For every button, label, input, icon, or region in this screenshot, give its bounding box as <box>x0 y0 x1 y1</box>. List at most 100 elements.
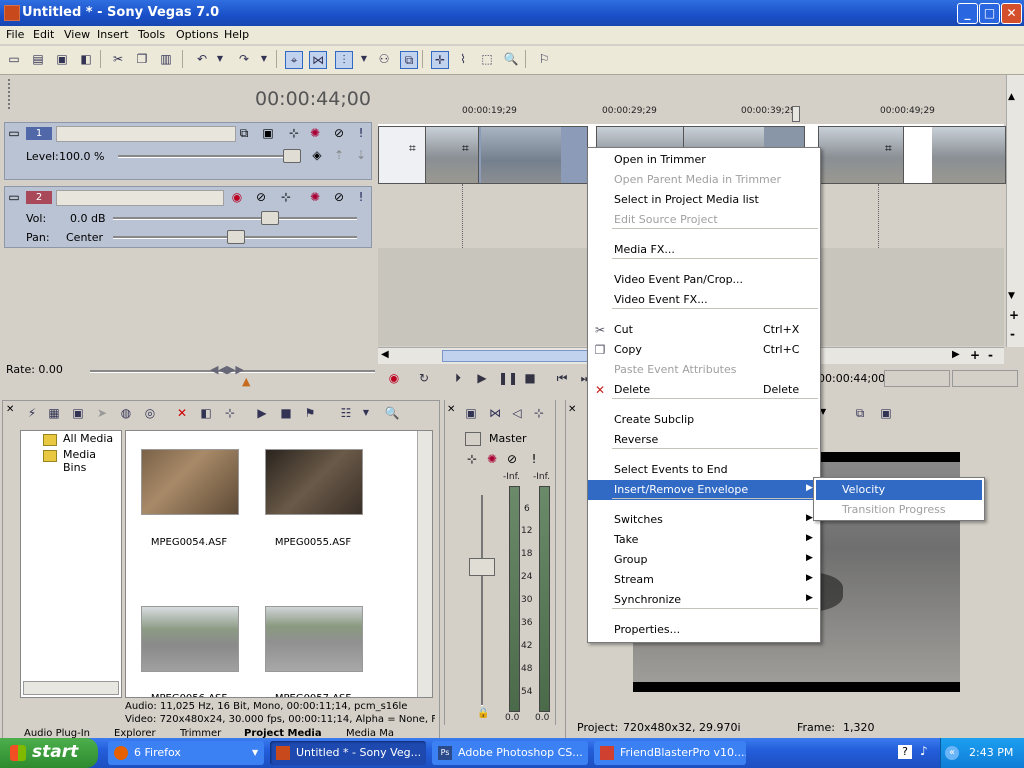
audio-track-header[interactable]: ▭ 2 ◉ ⊘ ⊹ ✺ ⊘ ! Vol: 0.0 dB Pan: Center <box>4 186 372 248</box>
maximize-button[interactable]: □ <box>979 3 1000 24</box>
track-motion-icon[interactable]: ⊹ <box>287 126 301 140</box>
level-slider-track[interactable] <box>118 155 301 158</box>
help-tray-icon[interactable]: ? <box>898 745 912 759</box>
media-thumbnail[interactable] <box>265 606 363 672</box>
tab-media-manager[interactable]: Media Ma <box>346 728 394 738</box>
import-media-icon[interactable]: ⚡ <box>24 405 40 421</box>
record-icon[interactable]: ◉ <box>386 370 402 386</box>
video-event[interactable]: ⌗ <box>425 126 479 184</box>
web-search-icon[interactable]: ◎ <box>142 405 158 421</box>
vertical-scrollbar[interactable]: ▲ ▼ + - <box>1006 75 1024 347</box>
menu-item-video-event-pan-crop[interactable]: Video Event Pan/Crop... <box>588 270 820 290</box>
bus-mute-icon[interactable]: ⊘ <box>505 452 519 466</box>
properties-icon[interactable]: ◧ <box>78 51 94 67</box>
auto-preview-icon[interactable]: ⚑ <box>302 405 318 421</box>
make-compositing-child-icon[interactable]: ▣ <box>261 126 275 140</box>
pan-slider-thumb[interactable] <box>227 230 245 244</box>
video-event[interactable] <box>903 126 1006 184</box>
tree-item-media-bins[interactable]: Media Bins <box>63 448 121 474</box>
submenu-item-velocity[interactable]: Velocity <box>816 480 982 500</box>
volume-slider-track[interactable] <box>113 217 357 220</box>
preview-stop-icon[interactable]: ■ <box>278 405 294 421</box>
paste-icon[interactable]: ▥ <box>158 51 174 67</box>
ripple-dropdown-icon[interactable]: ▼ <box>356 51 372 67</box>
prev-keyframe-icon[interactable]: ⇡ <box>332 148 346 162</box>
media-fx-icon[interactable]: ⊹ <box>222 405 238 421</box>
go-to-start-icon[interactable]: ⏮ <box>554 370 570 386</box>
minimize-button[interactable]: _ <box>957 3 978 24</box>
zoom-tool-icon[interactable]: 🔍 <box>503 51 519 67</box>
mute-icon[interactable]: ⊘ <box>332 190 346 204</box>
tree-item-all-media[interactable]: All Media <box>63 432 114 445</box>
tab-audio-plug-in[interactable]: Audio Plug-In <box>24 728 90 738</box>
media-vertical-scrollbar[interactable] <box>417 431 432 697</box>
envelope-tool-icon[interactable]: ⌇ <box>455 51 471 67</box>
invert-phase-icon[interactable]: ⊘ <box>254 190 268 204</box>
rate-slider-thumb[interactable]: ◀◀▶▶ <box>210 363 244 376</box>
app-icon[interactable] <box>4 5 20 21</box>
selection-start-field[interactable] <box>884 370 950 387</box>
tree-horizontal-scrollbar[interactable] <box>23 681 119 695</box>
track-fx-icon[interactable]: ✺ <box>308 126 322 140</box>
menu-item-media-fx[interactable]: Media FX... <box>588 240 820 260</box>
compositing-mode-icon[interactable]: ⧉ <box>237 126 251 140</box>
level-slider-thumb[interactable] <box>283 149 301 163</box>
pan-crop-icon[interactable]: ⌗ <box>462 141 469 156</box>
scroll-down-icon[interactable]: ▼ <box>1008 291 1015 301</box>
menu-item-take[interactable]: Take ▶ <box>588 530 820 550</box>
keyframe-icon[interactable]: ◈ <box>310 148 324 162</box>
menu-item-open-in-trimmer[interactable]: Open in Trimmer <box>588 150 820 170</box>
video-event[interactable]: ⌗ <box>818 126 904 184</box>
zoom-out-icon[interactable]: - <box>988 348 993 362</box>
menu-item-stream[interactable]: Stream ▶ <box>588 570 820 590</box>
save-icon[interactable]: ▣ <box>54 51 70 67</box>
time-ruler[interactable]: 00:00:19;29 00:00:29;29 00:00:39;29 00:0… <box>378 104 1004 125</box>
zoom-in-icon[interactable]: + <box>1009 308 1019 322</box>
volume-slider-thumb[interactable] <box>261 211 279 225</box>
menu-item-delete[interactable]: ✕ Delete Delete <box>588 380 820 400</box>
delete-icon[interactable]: ✕ <box>174 405 190 421</box>
track-motion-icon[interactable]: ⊹ <box>279 190 293 204</box>
lock-envelopes-icon[interactable]: ⚇ <box>376 51 392 67</box>
undo-dropdown-icon[interactable]: ▼ <box>212 51 228 67</box>
undo-icon[interactable]: ↶ <box>194 51 210 67</box>
views-icon[interactable]: ☷ <box>338 405 354 421</box>
redo-dropdown-icon[interactable]: ▼ <box>256 51 272 67</box>
menu-item-group[interactable]: Group ▶ <box>588 550 820 570</box>
menu-item-copy[interactable]: ❐ Copy Ctrl+C <box>588 340 820 360</box>
track-name-field[interactable] <box>56 126 236 142</box>
menu-help[interactable]: Help <box>224 28 249 41</box>
track-name-field[interactable] <box>56 190 224 206</box>
scroll-up-icon[interactable]: ▲ <box>1008 92 1015 102</box>
loop-playback-icon[interactable]: ↻ <box>416 370 432 386</box>
views-dropdown-icon[interactable]: ▼ <box>358 405 374 421</box>
capture-icon[interactable]: ▦ <box>46 405 62 421</box>
start-button[interactable]: start <box>0 738 98 768</box>
menu-item-select-events-to-end[interactable]: Select Events to End <box>588 460 820 480</box>
menu-item-properties[interactable]: Properties... <box>588 620 820 640</box>
bus-fx-icon[interactable]: ✺ <box>485 452 499 466</box>
copy-snapshot-icon[interactable]: ⧉ <box>852 405 868 421</box>
menu-item-insert-remove-envelope[interactable]: Insert/Remove Envelope ▶ <box>588 480 820 500</box>
lock-icon[interactable]: 🔒 <box>477 708 489 719</box>
stop-icon[interactable]: ■ <box>522 370 538 386</box>
marker-bar[interactable] <box>378 75 1004 103</box>
ripple-edit-icon[interactable]: ⫶ <box>335 51 353 69</box>
preview-play-icon[interactable]: ▶ <box>254 405 270 421</box>
solo-icon[interactable]: ! <box>354 190 368 204</box>
downmix-icon[interactable]: ⋈ <box>487 405 503 421</box>
taskbar-item-photoshop[interactable]: Ps Adobe Photoshop CS... <box>432 741 588 765</box>
cut-icon[interactable]: ✂ <box>110 51 126 67</box>
insert-bus-icon[interactable]: ⊹ <box>531 405 547 421</box>
menu-edit[interactable]: Edit <box>33 28 54 41</box>
bus-motion-icon[interactable]: ⊹ <box>465 452 479 466</box>
selection-length-field[interactable] <box>952 370 1018 387</box>
tab-trimmer[interactable]: Trimmer <box>180 728 221 738</box>
whats-this-help-icon[interactable]: ⚐ <box>536 51 552 67</box>
pan-crop-icon[interactable]: ⌗ <box>885 141 892 156</box>
scroll-right-icon[interactable]: ▶ <box>952 349 960 360</box>
play-from-start-icon[interactable]: ⏵ <box>450 370 466 386</box>
media-thumbnail[interactable] <box>141 449 239 515</box>
menu-item-cut[interactable]: ✂ Cut Ctrl+X <box>588 320 820 340</box>
media-thumbnail[interactable] <box>141 606 239 672</box>
